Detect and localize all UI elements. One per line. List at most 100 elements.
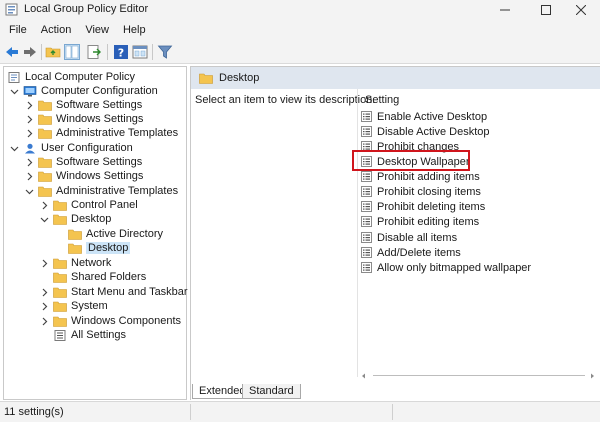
tree-item-cc-software-settings[interactable]: Software Settings [25,98,142,112]
close-button[interactable] [562,0,600,20]
back-arrow-icon[interactable] [4,44,20,60]
status-settings-count: 11 setting(s) [4,406,64,418]
chevron-right-icon[interactable] [25,172,34,181]
status-divider [392,404,393,420]
policy-setting-icon [361,111,372,122]
chevron-right-icon[interactable] [40,259,49,268]
tree-item-desktop-parent[interactable]: Desktop [40,212,111,226]
policy-setting-icon [361,186,372,197]
folder-icon [38,157,52,168]
close-icon [576,5,586,15]
policy-setting-icon [361,126,372,137]
policy-setting-icon [361,171,372,182]
setting-disable-all-items[interactable]: Disable all items [361,230,457,245]
tree-item-uc-windows-settings[interactable]: Windows Settings [25,169,143,183]
details-pane: Desktop Select an item to view its descr… [190,66,600,400]
tree-item-local-computer-policy[interactable]: Local Computer Policy [7,70,135,84]
chevron-right-icon[interactable] [40,317,49,326]
tree-item-windows-components[interactable]: Windows Components [40,314,181,328]
scroll-right-icon[interactable] [589,373,595,379]
chevron-down-icon[interactable] [25,187,34,196]
scrollbar-track[interactable] [373,375,585,376]
menu-view[interactable]: View [78,20,116,40]
setting-prohibit-editing-items[interactable]: Prohibit editing items [361,214,479,229]
tree-item-computer-configuration[interactable]: Computer Configuration [10,84,158,98]
tree-item-control-panel[interactable]: Control Panel [40,198,138,212]
filter-icon[interactable] [157,44,173,60]
properties-icon[interactable] [132,44,148,60]
menu-bar: File Action View Help [0,20,600,40]
tree-item-system[interactable]: System [40,299,108,313]
setting-disable-active-desktop[interactable]: Disable Active Desktop [361,124,490,139]
policy-setting-icon [361,247,372,258]
scroll-left-icon[interactable] [361,373,367,379]
setting-enable-active-desktop[interactable]: Enable Active Desktop [361,109,487,124]
chevron-right-icon[interactable] [40,201,49,210]
chevron-down-icon[interactable] [10,144,19,153]
show-hide-tree-icon[interactable] [64,44,80,60]
toolbar-separator [41,44,42,60]
folder-icon [53,287,67,298]
setting-add-delete-items[interactable]: Add/Delete items [361,245,461,260]
status-divider [190,404,191,420]
folder-icon [53,200,67,211]
minimize-button[interactable] [486,0,524,20]
chevron-down-icon[interactable] [40,215,49,224]
tree-item-active-directory[interactable]: Active Directory [68,227,163,241]
folder-icon [53,272,67,283]
horizontal-scrollbar[interactable] [361,373,597,379]
setting-allow-only-bitmapped-wallpaper[interactable]: Allow only bitmapped wallpaper [361,260,531,275]
chevron-right-icon[interactable] [25,115,34,124]
tree-item-network[interactable]: Network [40,256,111,270]
tree-item-cc-windows-settings[interactable]: Windows Settings [25,112,143,126]
help-icon[interactable]: ? [113,44,129,60]
folder-icon [199,73,213,84]
tree-item-cc-administrative-templates[interactable]: Administrative Templates [25,126,178,140]
up-folder-icon[interactable] [45,44,61,60]
toolbar-separator [107,44,108,60]
tree-item-shared-folders[interactable]: Shared Folders [53,270,146,284]
setting-column-header[interactable]: Setting [365,94,399,106]
forward-arrow-icon[interactable] [22,44,38,60]
menu-action[interactable]: Action [34,20,79,40]
folder-icon [53,258,67,269]
svg-text:?: ? [118,47,124,60]
policy-setting-icon [361,232,372,243]
tree-item-start-menu-and-taskbar[interactable]: Start Menu and Taskbar [40,285,188,299]
folder-icon [38,100,52,111]
policy-document-icon [8,71,20,83]
chevron-right-icon[interactable] [40,302,49,311]
folder-icon [38,186,52,197]
folder-icon [53,316,67,327]
chevron-right-icon[interactable] [25,129,34,138]
export-list-icon[interactable] [86,44,102,60]
maximize-button[interactable] [527,0,565,20]
content-header-title: Desktop [219,72,260,84]
folder-icon [38,128,52,139]
tree-item-uc-software-settings[interactable]: Software Settings [25,155,142,169]
policy-setting-icon [361,201,372,212]
folder-icon [38,114,52,125]
chevron-right-icon[interactable] [40,288,49,297]
tree-item-desktop-selected[interactable]: Desktop [68,241,131,255]
tree-item-uc-administrative-templates[interactable]: Administrative Templates [25,184,178,198]
setting-prohibit-adding-items[interactable]: Prohibit adding items [361,169,480,184]
window-title: Local Group Policy Editor [24,3,149,15]
setting-prohibit-closing-items[interactable]: Prohibit closing items [361,184,481,199]
folder-icon [38,171,52,182]
folder-icon [53,301,67,312]
menu-file[interactable]: File [2,20,34,40]
tree-item-user-configuration[interactable]: User Configuration [10,141,133,155]
tree-item-all-settings[interactable]: All Settings [53,328,126,342]
chevron-right-icon[interactable] [25,101,34,110]
console-tree[interactable]: Local Computer Policy Computer Configura… [3,66,188,400]
group-policy-app-icon [5,3,18,16]
menu-help[interactable]: Help [116,20,153,40]
tab-standard[interactable]: Standard [242,384,301,399]
chevron-down-icon[interactable] [10,87,19,96]
toolbar: ? [0,40,600,64]
settings-list-icon [54,329,66,341]
chevron-right-icon[interactable] [25,158,34,167]
description-text: Select an item to view its description. [195,94,376,106]
setting-prohibit-deleting-items[interactable]: Prohibit deleting items [361,199,485,214]
